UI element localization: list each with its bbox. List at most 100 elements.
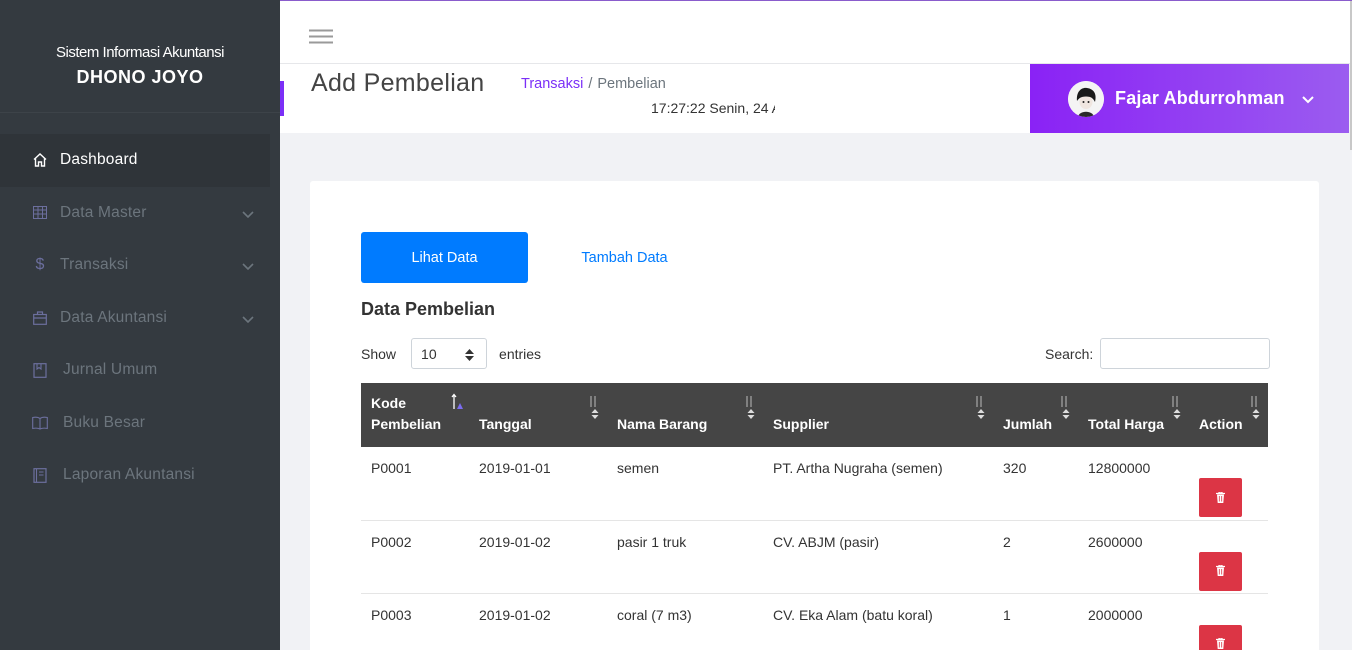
breadcrumb: Transaksi / Pembelian <box>521 76 666 92</box>
briefcase-icon <box>32 310 48 326</box>
avatar <box>1068 80 1104 117</box>
entries-label: entries <box>499 345 542 362</box>
brand-subtitle: Sistem Informasi Akuntansi <box>56 44 224 61</box>
column-header-total-harga[interactable]: Total Harga <box>1078 383 1189 447</box>
cell-tanggal: 2019-01-02 <box>469 520 607 594</box>
sidebar-item-label: Data Akuntansi <box>60 308 168 326</box>
select-arrows-icon <box>465 348 475 361</box>
column-header-kode[interactable]: Kode Pembelian <box>361 383 469 447</box>
table-row: P0003 2019-01-02 coral (7 m3) CV. Eka Al… <box>361 593 1268 650</box>
column-header-label: Kode <box>371 395 406 411</box>
cell-kode: P0003 <box>361 593 469 650</box>
sidebar-item-label: Data Master <box>60 203 147 221</box>
cell-total-harga: 12800000 <box>1078 447 1189 521</box>
content-card: Lihat Data Tambah Data Data Pembelian Sh… <box>310 181 1319 650</box>
delete-button[interactable] <box>1199 478 1242 517</box>
cell-supplier: PT. Artha Nugraha (semen) <box>763 447 993 521</box>
column-header-label: Pembelian <box>371 416 442 432</box>
column-header-tanggal[interactable]: Tanggal <box>469 383 607 447</box>
sort-icon <box>745 395 757 421</box>
column-header-jumlah[interactable]: Jumlah <box>993 383 1078 447</box>
table-row: P0002 2019-01-02 pasir 1 truk CV. ABJM (… <box>361 520 1268 594</box>
sort-ascending-icon <box>451 393 463 419</box>
cell-nama-barang: semen <box>607 447 763 521</box>
entries-select[interactable]: 10 <box>411 338 488 369</box>
delete-button[interactable] <box>1199 624 1242 650</box>
search-label: Search: <box>1045 345 1094 362</box>
breadcrumb-link-transaksi[interactable]: Transaksi <box>521 76 583 92</box>
chevron-down-icon <box>241 207 255 221</box>
sidebar: Sistem Informasi Akuntansi DHONO JOYO Da… <box>0 0 280 650</box>
column-header-label: Nama Barang <box>617 416 708 432</box>
sidebar-item-label: Transaksi <box>60 256 129 274</box>
topbar <box>280 1 1352 64</box>
cell-jumlah: 2 <box>993 520 1078 594</box>
sidebar-item-laporan-akuntansi[interactable]: Laporan Akuntansi <box>0 449 280 502</box>
tab-lihat-data[interactable]: Lihat Data <box>361 232 528 283</box>
column-header-action[interactable]: Action <box>1189 383 1268 447</box>
table-header-row: Kode Pembelian Tanggal Nama Barang Suppl… <box>361 383 1268 447</box>
cell-action <box>1189 593 1268 650</box>
column-header-label: Total Harga <box>1088 416 1164 432</box>
home-icon <box>32 152 48 168</box>
table-row: P0001 2019-01-01 semen PT. Artha Nugraha… <box>361 447 1268 521</box>
book-icon <box>32 362 48 378</box>
cell-tanggal: 2019-01-02 <box>469 593 607 650</box>
column-header-nama-barang[interactable]: Nama Barang <box>607 383 763 447</box>
cell-action <box>1189 447 1268 521</box>
entries-control: Show 10 entries <box>361 338 541 369</box>
entries-select-value: 10 <box>421 345 437 362</box>
sidebar-item-label: Jurnal Umum <box>63 361 158 379</box>
cell-kode: P0001 <box>361 447 469 521</box>
sidebar-item-transaksi[interactable]: $ Transaksi <box>0 239 280 292</box>
sidebar-nav: Dashboard Data Master $ Transaksi Data A… <box>0 134 280 502</box>
cell-action <box>1189 520 1268 594</box>
search-control: Search: <box>1045 338 1271 369</box>
chevron-down-icon <box>241 312 255 326</box>
column-header-label: Supplier <box>773 416 830 432</box>
title-accent-bar <box>280 81 284 116</box>
trash-icon <box>1216 563 1225 579</box>
breadcrumb-current: Pembelian <box>597 76 666 92</box>
page-title: Add Pembelian <box>311 69 485 97</box>
user-menu[interactable]: Fajar Abdurrohman <box>1030 64 1349 133</box>
clock-text: 17:27:22 Senin, 24 A <box>651 100 775 116</box>
cell-total-harga: 2000000 <box>1078 593 1189 650</box>
sidebar-item-dashboard[interactable]: Dashboard <box>0 134 270 187</box>
cell-nama-barang: coral (7 m3) <box>607 593 763 650</box>
chevron-down-icon <box>241 259 255 273</box>
sidebar-item-data-akuntansi[interactable]: Data Akuntansi <box>0 292 280 345</box>
purchase-table: Kode Pembelian Tanggal Nama Barang Suppl… <box>361 383 1268 650</box>
cell-nama-barang: pasir 1 truk <box>607 520 763 594</box>
trash-icon <box>1216 490 1225 506</box>
chevron-down-icon <box>1301 92 1315 106</box>
search-input[interactable] <box>1100 338 1271 369</box>
tab-group: Lihat Data Tambah Data <box>361 232 721 283</box>
brand: Sistem Informasi Akuntansi DHONO JOYO <box>0 0 280 113</box>
delete-button[interactable] <box>1199 551 1242 591</box>
show-label: Show <box>361 345 397 362</box>
sidebar-item-data-master[interactable]: Data Master <box>0 187 280 240</box>
sidebar-item-label: Buku Besar <box>63 413 146 431</box>
table-icon <box>32 205 48 221</box>
cell-kode: P0002 <box>361 520 469 594</box>
cell-supplier: CV. Eka Alam (batu koral) <box>763 593 993 650</box>
sort-icon <box>975 395 987 421</box>
breadcrumb-separator: / <box>588 76 593 92</box>
sort-icon <box>589 395 601 421</box>
menu-toggle-icon[interactable] <box>309 29 333 45</box>
column-header-supplier[interactable]: Supplier <box>763 383 993 447</box>
trash-icon <box>1216 636 1225 650</box>
column-header-label: Tanggal <box>479 416 532 432</box>
cell-total-harga: 2600000 <box>1078 520 1189 594</box>
column-header-label: Action <box>1199 416 1243 432</box>
column-header-label: Jumlah <box>1003 416 1053 432</box>
cell-tanggal: 2019-01-01 <box>469 447 607 521</box>
sidebar-item-label: Dashboard <box>60 151 138 169</box>
sort-icon <box>1171 395 1183 421</box>
report-icon <box>32 467 48 483</box>
sidebar-item-jurnal-umum[interactable]: Jurnal Umum <box>0 344 280 397</box>
sidebar-item-buku-besar[interactable]: Buku Besar <box>0 397 280 450</box>
page-header: Add Pembelian Transaksi / Pembelian 17:27:… <box>280 64 1030 133</box>
tab-tambah-data[interactable]: Tambah Data <box>528 232 721 283</box>
